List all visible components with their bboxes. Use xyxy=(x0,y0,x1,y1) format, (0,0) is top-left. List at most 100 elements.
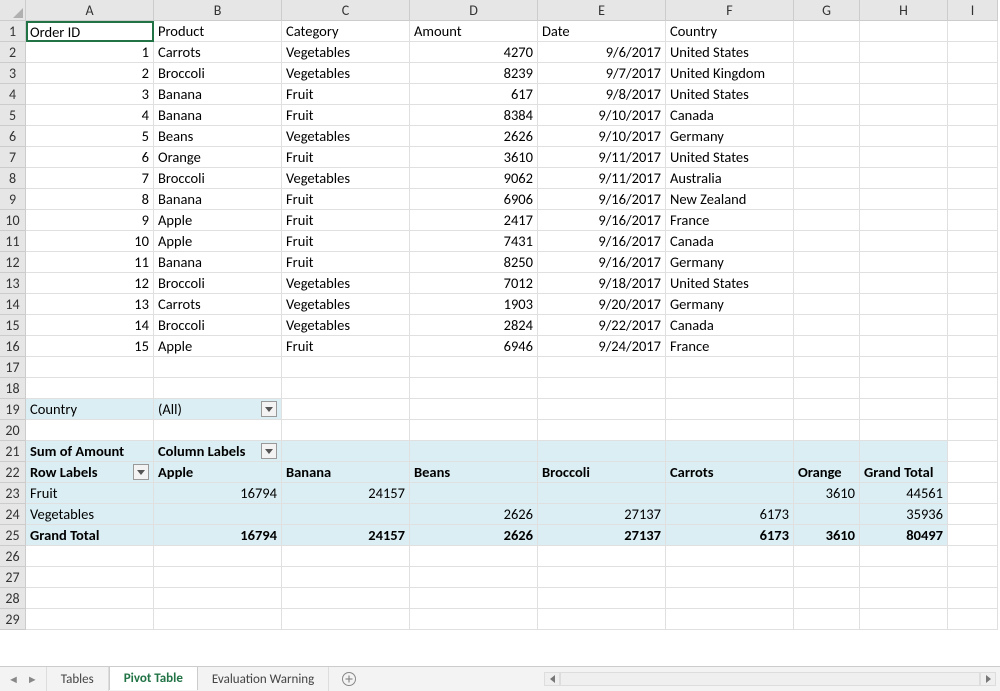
pivot-grand-total-value[interactable]: 80497 xyxy=(860,525,948,546)
cell-date[interactable]: 9/10/2017 xyxy=(538,105,666,126)
empty-cell[interactable] xyxy=(666,357,794,378)
empty-cell[interactable] xyxy=(948,210,998,231)
cell-country[interactable]: Canada xyxy=(666,105,794,126)
pivot-column-labels[interactable]: Column Labels xyxy=(154,441,282,462)
cell-order-id[interactable]: 3 xyxy=(26,84,154,105)
cell-amount[interactable]: 3610 xyxy=(410,147,538,168)
pivot-header-cell[interactable] xyxy=(860,441,948,462)
row-header-27[interactable]: 27 xyxy=(0,567,26,588)
cell-order-id[interactable]: 11 xyxy=(26,252,154,273)
empty-cell[interactable] xyxy=(666,546,794,567)
row-header-25[interactable]: 25 xyxy=(0,525,26,546)
row-header-17[interactable]: 17 xyxy=(0,357,26,378)
cell-amount[interactable]: 4270 xyxy=(410,42,538,63)
empty-cell[interactable] xyxy=(860,420,948,441)
empty-cell[interactable] xyxy=(794,546,860,567)
dropdown-icon[interactable] xyxy=(261,401,277,417)
pivot-row-labels[interactable]: Row Labels xyxy=(26,462,154,483)
col-header-C[interactable]: C xyxy=(282,0,410,21)
empty-cell[interactable] xyxy=(794,105,860,126)
empty-cell[interactable] xyxy=(282,378,410,399)
row-header-29[interactable]: 29 xyxy=(0,609,26,630)
empty-cell[interactable] xyxy=(282,420,410,441)
pivot-header-cell[interactable] xyxy=(410,441,538,462)
sheet-tab-tables[interactable]: Tables xyxy=(47,667,109,691)
pivot-value[interactable]: 6173 xyxy=(666,504,794,525)
cell-date[interactable]: 9/11/2017 xyxy=(538,168,666,189)
cell-order-id[interactable]: 14 xyxy=(26,315,154,336)
pivot-value[interactable]: 24157 xyxy=(282,483,410,504)
empty-cell[interactable] xyxy=(948,84,998,105)
row-header-2[interactable]: 2 xyxy=(0,42,26,63)
row-header-23[interactable]: 23 xyxy=(0,483,26,504)
cell-country[interactable]: Germany xyxy=(666,126,794,147)
cell-country[interactable]: France xyxy=(666,210,794,231)
pivot-value[interactable]: 35936 xyxy=(860,504,948,525)
empty-cell[interactable] xyxy=(154,357,282,378)
scroll-track[interactable] xyxy=(560,672,980,686)
pivot-value[interactable]: 27137 xyxy=(538,504,666,525)
empty-cell[interactable] xyxy=(948,378,998,399)
cell-product[interactable]: Broccoli xyxy=(154,168,282,189)
pivot-col-orange[interactable]: Orange xyxy=(794,462,860,483)
empty-cell[interactable] xyxy=(538,378,666,399)
cell-order-id[interactable]: 6 xyxy=(26,147,154,168)
empty-cell[interactable] xyxy=(948,168,998,189)
cell-category[interactable]: Fruit xyxy=(282,147,410,168)
empty-cell[interactable] xyxy=(948,126,998,147)
cell-country[interactable]: United States xyxy=(666,42,794,63)
empty-cell[interactable] xyxy=(948,462,998,483)
row-header-11[interactable]: 11 xyxy=(0,231,26,252)
pivot-grand-total-value[interactable]: 3610 xyxy=(794,525,860,546)
cell-amount[interactable]: 7012 xyxy=(410,273,538,294)
empty-cell[interactable] xyxy=(860,231,948,252)
empty-cell[interactable] xyxy=(666,399,794,420)
empty-cell[interactable] xyxy=(860,609,948,630)
pivot-value[interactable] xyxy=(538,483,666,504)
pivot-grand-total-value[interactable]: 16794 xyxy=(154,525,282,546)
cell-order-id[interactable]: 7 xyxy=(26,168,154,189)
empty-cell[interactable] xyxy=(794,21,860,42)
empty-cell[interactable] xyxy=(948,21,998,42)
empty-cell[interactable] xyxy=(948,441,998,462)
empty-cell[interactable] xyxy=(948,357,998,378)
col-header-B[interactable]: B xyxy=(154,0,282,21)
col-header-D[interactable]: D xyxy=(410,0,538,21)
cell-product[interactable]: Beans xyxy=(154,126,282,147)
pivot-measure-label[interactable]: Sum of Amount xyxy=(26,441,154,462)
cell-amount[interactable]: 2824 xyxy=(410,315,538,336)
empty-cell[interactable] xyxy=(26,588,154,609)
data-header[interactable]: Order ID xyxy=(26,21,154,42)
pivot-value[interactable]: 44561 xyxy=(860,483,948,504)
empty-cell[interactable] xyxy=(860,336,948,357)
empty-cell[interactable] xyxy=(410,588,538,609)
empty-cell[interactable] xyxy=(860,21,948,42)
empty-cell[interactable] xyxy=(860,84,948,105)
data-header[interactable]: Category xyxy=(282,21,410,42)
cell-country[interactable]: Germany xyxy=(666,294,794,315)
empty-cell[interactable] xyxy=(154,378,282,399)
empty-cell[interactable] xyxy=(948,588,998,609)
data-header[interactable]: Country xyxy=(666,21,794,42)
cell-product[interactable]: Banana xyxy=(154,84,282,105)
empty-cell[interactable] xyxy=(26,378,154,399)
cell-category[interactable]: Fruit xyxy=(282,84,410,105)
scroll-left-icon[interactable] xyxy=(544,672,560,686)
empty-cell[interactable] xyxy=(860,189,948,210)
cell-order-id[interactable]: 9 xyxy=(26,210,154,231)
empty-cell[interactable] xyxy=(860,126,948,147)
row-header-21[interactable]: 21 xyxy=(0,441,26,462)
cell-amount[interactable]: 617 xyxy=(410,84,538,105)
empty-cell[interactable] xyxy=(948,525,998,546)
pivot-grand-total-value[interactable]: 24157 xyxy=(282,525,410,546)
empty-cell[interactable] xyxy=(794,567,860,588)
select-all-corner[interactable] xyxy=(0,0,26,21)
empty-cell[interactable] xyxy=(948,483,998,504)
cell-date[interactable]: 9/7/2017 xyxy=(538,63,666,84)
data-header[interactable]: Amount xyxy=(410,21,538,42)
empty-cell[interactable] xyxy=(794,42,860,63)
row-header-10[interactable]: 10 xyxy=(0,210,26,231)
col-header-H[interactable]: H xyxy=(860,0,948,21)
empty-cell[interactable] xyxy=(860,273,948,294)
cell-product[interactable]: Broccoli xyxy=(154,315,282,336)
